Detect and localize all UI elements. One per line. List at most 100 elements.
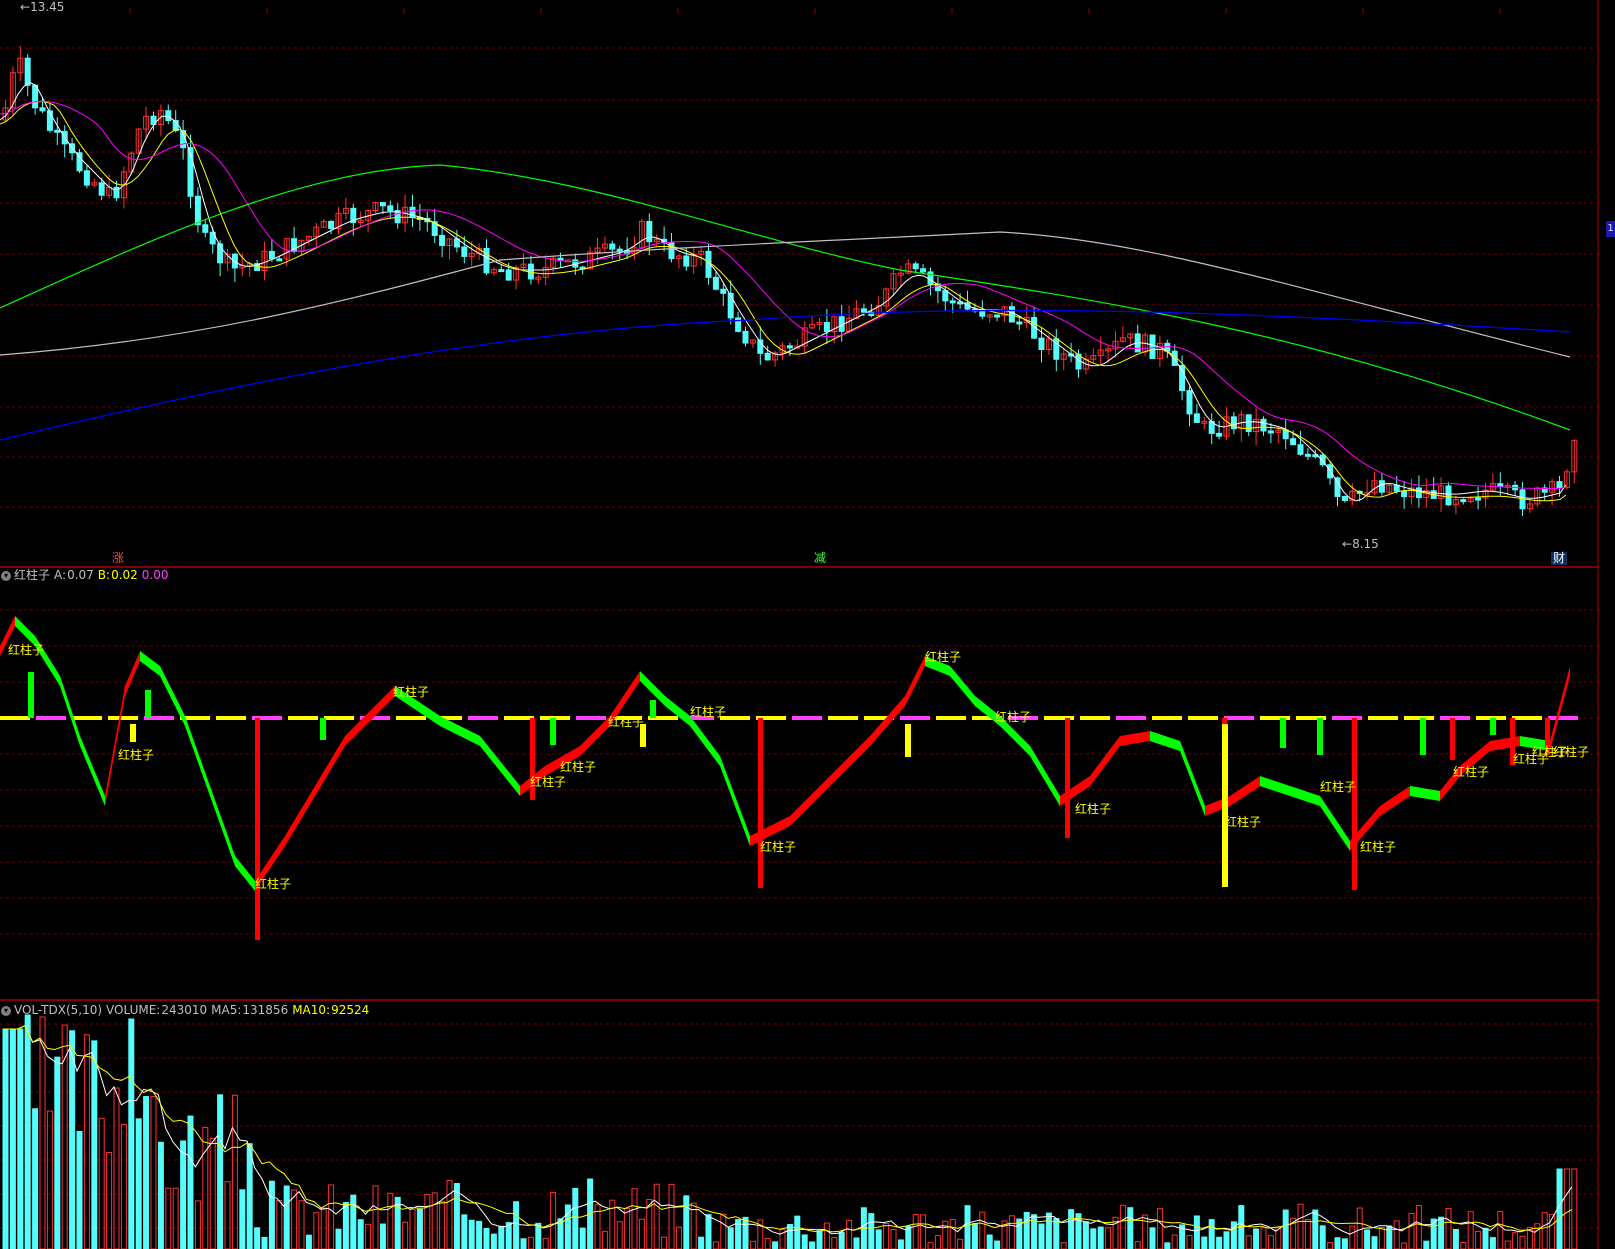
candle [1297, 444, 1304, 455]
volume-bar [1097, 1226, 1104, 1249]
indicator-down-segment [410, 696, 440, 726]
volume-bar [675, 1226, 682, 1249]
volume-bar [897, 1239, 904, 1249]
candle [949, 300, 956, 304]
candle [54, 129, 61, 133]
volume-bar [24, 1014, 31, 1249]
volume-bar [83, 1034, 90, 1249]
indicator-up-segment [285, 786, 315, 846]
volume-bar [1038, 1223, 1045, 1249]
volume-bar [1408, 1212, 1415, 1249]
indicator-up-segment [1550, 666, 1570, 751]
event-marker-reduce[interactable]: 减 [812, 552, 828, 565]
collapse-icon[interactable]: ▾ [1, 1005, 11, 1016]
volume-bar [468, 1219, 475, 1249]
indicator-down-segment [690, 716, 720, 766]
volume-bar [416, 1208, 423, 1249]
signal-label: 红柱子 [608, 715, 645, 729]
candle [1245, 414, 1252, 432]
volume-bar [446, 1179, 453, 1249]
indicator-down-segment [235, 856, 255, 891]
volume-ma10-line [3, 1024, 1573, 1233]
indicator-up-segment [345, 706, 375, 746]
indicator-up-segment [315, 736, 345, 796]
event-marker-finance[interactable]: 财 [1551, 552, 1568, 565]
candle [439, 234, 446, 246]
volume-bar [661, 1236, 668, 1249]
volume-bar [816, 1230, 823, 1249]
price-low-marker: ←8.15 [1342, 537, 1379, 551]
indicator-green-bar [145, 690, 151, 718]
candle [498, 269, 505, 273]
volume-bar [572, 1187, 579, 1249]
volume-bar [409, 1208, 416, 1249]
volume-bar [846, 1219, 853, 1249]
signal-label: 红柱子 [1553, 745, 1590, 759]
candle [1445, 485, 1452, 506]
ma250-line [0, 309, 1571, 441]
indicator-down-segment [1410, 786, 1440, 801]
volume-bar [1371, 1236, 1378, 1249]
moving-average-lines [0, 81, 1571, 502]
candle [920, 268, 927, 273]
volume-bar [638, 1218, 645, 1249]
volume-bar [1512, 1232, 1519, 1249]
stock-chart-canvas[interactable] [0, 0, 1615, 1249]
volume-bar [350, 1194, 357, 1249]
volume-bar [9, 1028, 16, 1249]
volume-bar [1571, 1168, 1578, 1249]
volume-bar [431, 1192, 438, 1249]
candle [1401, 490, 1408, 498]
price-high-marker: ←13.45 [20, 0, 65, 14]
volume-bar [150, 1096, 157, 1249]
candle [1149, 334, 1156, 359]
volume-bar [328, 1184, 335, 1249]
candle [1334, 477, 1341, 497]
candle [1282, 429, 1289, 440]
volume-bar [1364, 1229, 1371, 1249]
grid-lines [0, 0, 1599, 1249]
indicator-name: 红柱子 [14, 568, 51, 582]
indicator-green-bar [28, 672, 34, 718]
indicator-down-segment [480, 736, 520, 796]
volume-bar [128, 1018, 135, 1249]
volume-bar [54, 1056, 61, 1249]
arrow-left-icon: ← [20, 0, 31, 14]
volume-bar [957, 1238, 964, 1249]
volume-bar [513, 1201, 520, 1249]
candle [720, 288, 727, 294]
ma120-line [0, 231, 1571, 358]
ma5-line [0, 81, 1567, 502]
volume-bar [1467, 1211, 1474, 1249]
candle [32, 84, 39, 109]
candle [557, 257, 564, 261]
indicator-yellow-bar [905, 724, 911, 757]
volume-bar [246, 1143, 253, 1249]
volume-bar [1297, 1203, 1304, 1249]
signal-label: 红柱子 [1360, 840, 1397, 854]
signal-label: 红柱子 [1075, 802, 1112, 816]
volume-bar [683, 1195, 690, 1249]
volume-bar [1119, 1204, 1126, 1249]
volume-bar [698, 1236, 705, 1249]
indicator-down-segment [720, 756, 750, 846]
volume-bar [1164, 1242, 1171, 1249]
indicator-a-label: A: [54, 568, 67, 582]
volume-bar [1541, 1212, 1548, 1249]
collapse-icon[interactable]: ▾ [1, 570, 11, 581]
indicator-down-segment [15, 616, 35, 646]
signal-label: 红柱子 [560, 760, 597, 774]
event-marker-rise[interactable]: 涨 [110, 552, 126, 565]
indicator-green-bar [650, 700, 656, 718]
volume-bar [875, 1229, 882, 1249]
candle [727, 292, 734, 319]
candle [387, 205, 394, 212]
signal-label: 红柱子 [760, 840, 797, 854]
indicator-down-segment [185, 716, 210, 796]
volume-bar [742, 1216, 749, 1249]
indicator-green-bar [1420, 718, 1426, 755]
candle [1008, 306, 1015, 323]
indicator-down-segment [1260, 776, 1290, 796]
volume-bar [1082, 1221, 1089, 1249]
candle [712, 276, 719, 290]
